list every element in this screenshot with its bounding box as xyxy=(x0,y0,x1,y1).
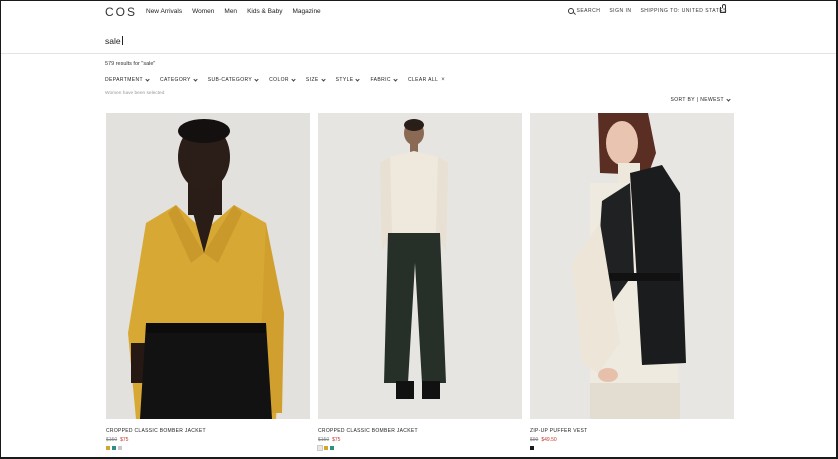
utility-links: SEARCH SIGN IN SHIPPING TO: UNITED STATE… xyxy=(559,8,728,14)
product-card: ZIP-UP PUFFER VEST $99 $49.50 xyxy=(530,113,734,450)
product-image[interactable] xyxy=(106,113,310,419)
original-price: $150 xyxy=(106,437,118,443)
product-price: $150 $75 xyxy=(106,437,310,443)
product-price: $150 $75 xyxy=(318,437,522,443)
product-price: $99 $49.50 xyxy=(530,437,734,443)
chevron-down-icon xyxy=(355,76,361,82)
nav-magazine[interactable]: Magazine xyxy=(292,8,320,15)
main-nav: New Arrivals Women Men Kids & Baby Magaz… xyxy=(146,8,331,15)
selected-filter-note: Women have been selected xyxy=(105,91,165,96)
color-swatches xyxy=(106,446,310,450)
search-input[interactable]: sale xyxy=(105,36,123,46)
nav-new-arrivals[interactable]: New Arrivals xyxy=(146,8,182,15)
product-card: CROPPED CLASSIC BOMBER JACKET $150 $75 xyxy=(106,113,310,450)
filter-label: FABRIC xyxy=(370,77,391,83)
color-swatch[interactable] xyxy=(330,446,334,450)
chevron-down-icon xyxy=(193,76,198,82)
clear-all-button[interactable]: CLEAR ALL × xyxy=(408,77,445,83)
sort-label: SORT BY | NEWEST xyxy=(670,97,724,103)
product-card: CROPPED CLASSIC BOMBER JACKET $150 $75 xyxy=(317,113,522,451)
model-photo-yellow-jacket xyxy=(106,113,310,419)
filter-style[interactable]: STYLE xyxy=(335,76,361,83)
filter-department[interactable]: DEPARTMENT xyxy=(105,76,150,83)
nav-men[interactable]: Men xyxy=(224,8,237,15)
filter-label: COLOR xyxy=(269,77,289,83)
color-swatch[interactable] xyxy=(317,445,323,451)
results-count: 579 results for "sale" xyxy=(105,61,156,67)
nav-women[interactable]: Women xyxy=(192,8,214,15)
model-photo-puffer-vest xyxy=(530,113,734,419)
search-icon xyxy=(567,8,574,14)
filter-fabric[interactable]: FABRIC xyxy=(370,76,398,83)
product-name[interactable]: ZIP-UP PUFFER VEST xyxy=(530,428,734,434)
color-swatch[interactable] xyxy=(118,446,122,450)
original-price: $99 xyxy=(530,437,539,443)
sale-price: $49.50 xyxy=(541,437,557,443)
filter-color[interactable]: COLOR xyxy=(269,76,296,83)
product-image[interactable] xyxy=(318,113,522,419)
chevron-down-icon xyxy=(321,76,326,82)
model-photo-cream-jacket xyxy=(318,113,522,419)
color-swatch[interactable] xyxy=(530,446,534,450)
chevron-down-icon xyxy=(393,76,398,82)
search-bar: sale xyxy=(1,32,836,54)
sale-price: $75 xyxy=(120,437,129,443)
search-link[interactable]: SEARCH xyxy=(567,8,601,14)
filter-bar: DEPARTMENT CATEGORY SUB-CATEGORY COLOR S… xyxy=(105,76,456,83)
browser-page: COS New Arrivals Women Men Kids & Baby M… xyxy=(0,0,838,459)
chevron-down-icon xyxy=(145,76,150,82)
filter-label: STYLE xyxy=(335,77,354,83)
filter-size[interactable]: SIZE xyxy=(305,76,326,83)
filter-label: CATEGORY xyxy=(159,77,191,83)
original-price: $150 xyxy=(318,437,330,443)
product-name[interactable]: CROPPED CLASSIC BOMBER JACKET xyxy=(106,428,310,434)
shopping-bag-icon[interactable] xyxy=(720,4,726,13)
nav-kids-baby[interactable]: Kids & Baby xyxy=(247,8,282,15)
clear-all-label: CLEAR ALL xyxy=(407,77,439,83)
filter-label: SUB-CATEGORY xyxy=(207,77,253,83)
chevron-down-icon xyxy=(726,96,731,102)
color-swatch[interactable] xyxy=(112,446,116,450)
color-swatches xyxy=(530,446,734,450)
chevron-down-icon xyxy=(291,76,296,82)
filter-sub-category[interactable]: SUB-CATEGORY xyxy=(207,76,259,83)
signin-link[interactable]: SIGN IN xyxy=(609,8,631,14)
sort-dropdown[interactable]: SORT BY | NEWEST xyxy=(670,96,731,103)
search-link-label: SEARCH xyxy=(576,8,601,14)
color-swatch[interactable] xyxy=(324,446,328,450)
color-swatches xyxy=(317,445,522,451)
chevron-down-icon xyxy=(254,76,259,82)
site-header: COS New Arrivals Women Men Kids & Baby M… xyxy=(1,1,836,25)
product-image[interactable] xyxy=(530,113,734,419)
filter-category[interactable]: CATEGORY xyxy=(159,76,198,83)
filter-label: SIZE xyxy=(305,77,319,83)
color-swatch[interactable] xyxy=(106,446,110,450)
filter-label: DEPARTMENT xyxy=(105,77,143,83)
shipping-link[interactable]: SHIPPING TO: UNITED STATES xyxy=(640,8,727,14)
sale-price: $75 xyxy=(332,437,341,443)
close-icon: × xyxy=(441,77,446,83)
product-name[interactable]: CROPPED CLASSIC BOMBER JACKET xyxy=(318,428,522,434)
cos-logo[interactable]: COS xyxy=(105,5,137,19)
